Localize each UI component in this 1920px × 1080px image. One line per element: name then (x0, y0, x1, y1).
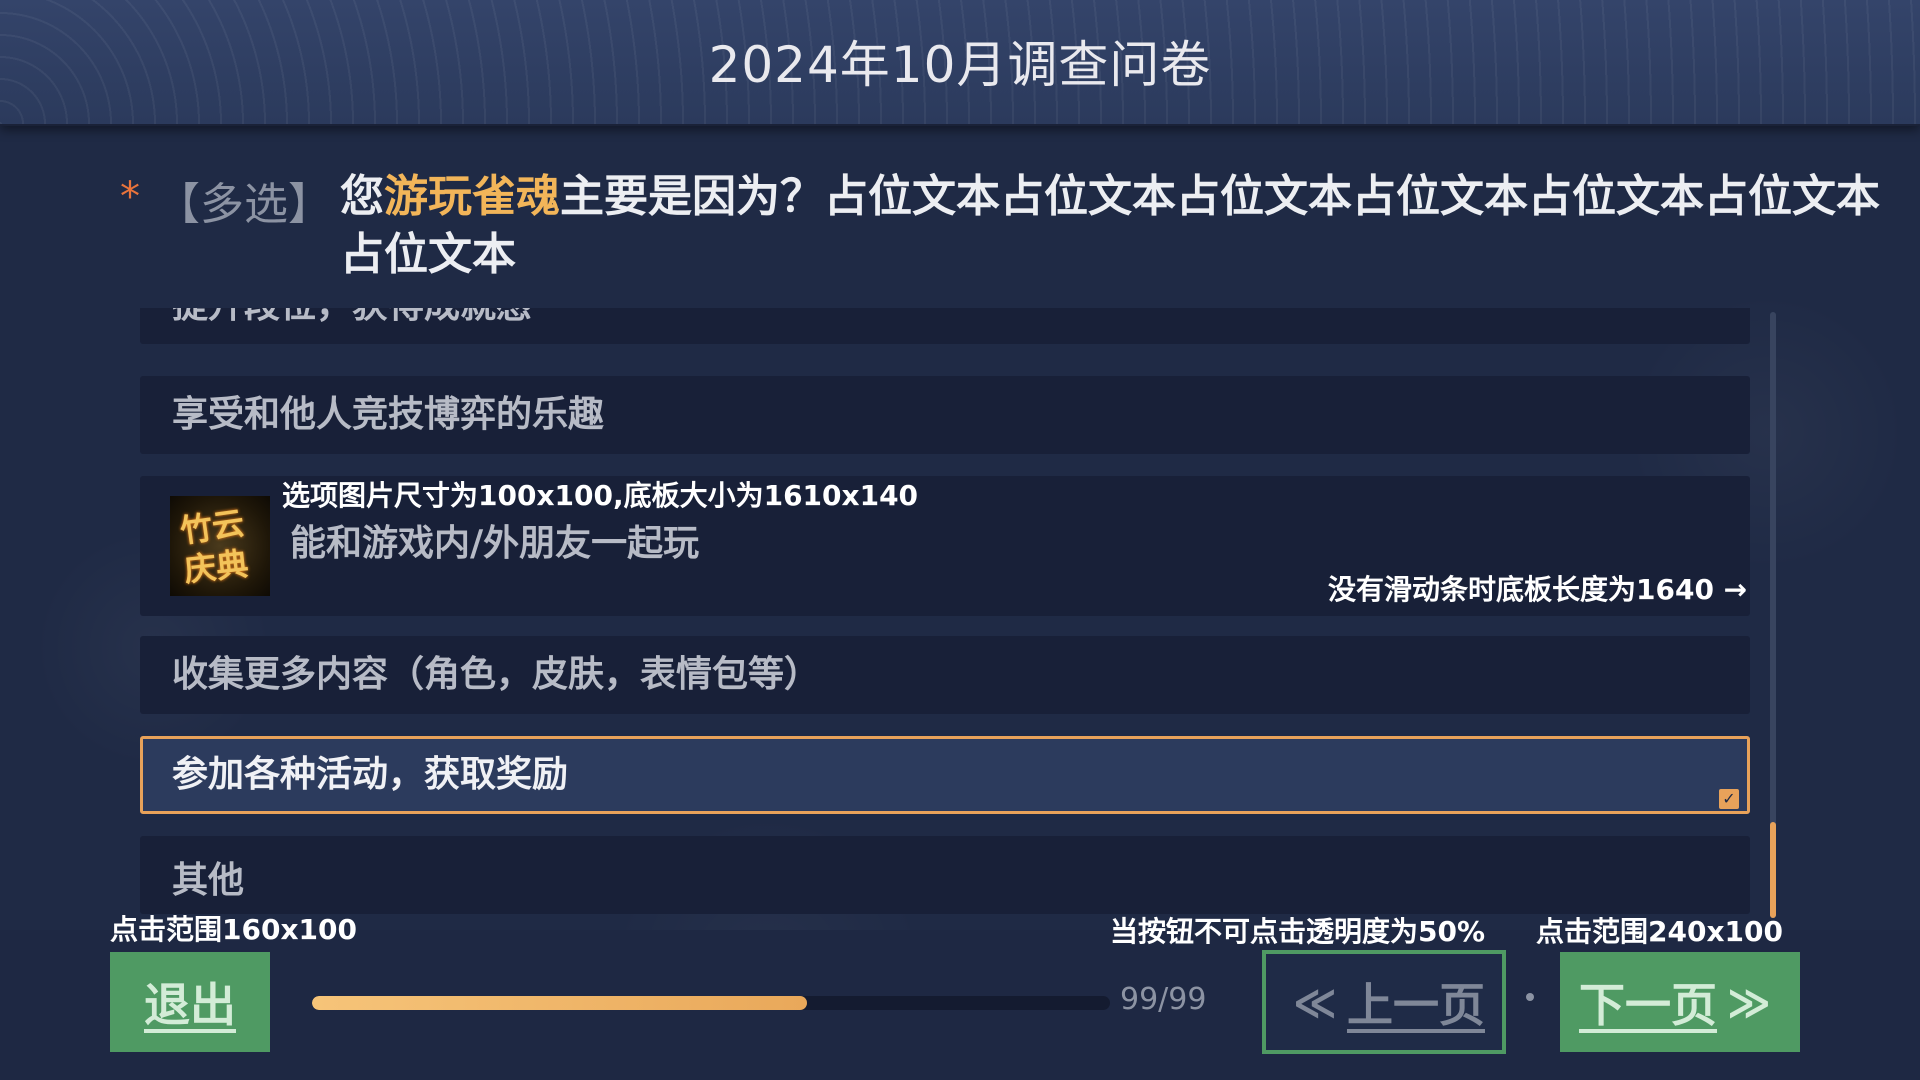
option-item[interactable]: 享受和他人竞技博弈的乐趣 (140, 376, 1750, 454)
annotation-exit-hit: 点击范围160x100 (110, 913, 357, 946)
double-chevron-right-icon: ≫ (1727, 977, 1771, 1027)
page-title: 2024年10月调查问卷 (708, 36, 1212, 94)
question-type-tag: 【多选】 (156, 179, 332, 230)
option-item[interactable]: 提升段位，获得成就感 (140, 308, 1750, 344)
progress-fill (312, 996, 807, 1010)
prev-page-label: 上一页 (1346, 978, 1485, 1032)
option-item-selected[interactable]: 参加各种活动，获取奖励 ✓ (140, 736, 1750, 814)
annotation-no-scrollbar: 没有滑动条时底板长度为1640 → (1328, 573, 1748, 606)
option-image: 竹云 庆典 (170, 496, 270, 596)
options-list[interactable]: 提升段位，获得成就感 享受和他人竞技博弈的乐趣 竹云 庆典 能和游戏内/外朋友一… (140, 308, 1750, 916)
progress-bar (312, 996, 1110, 1010)
option-image-text: 庆典 (182, 544, 251, 590)
annotation-disabled-opacity: 当按钮不可点击透明度为50% (1110, 915, 1486, 948)
option-item[interactable]: 收集更多内容（角色，皮肤，表情包等） (140, 636, 1750, 714)
question-text: 您游玩雀魂主要是因为？占位文本占位文本占位文本占位文本占位文本占位文本占位文本 (340, 168, 1900, 284)
next-page-button[interactable]: 下一页 ≫ (1560, 952, 1800, 1052)
prev-page-button[interactable]: ≪ 上一页 (1262, 950, 1506, 1054)
exit-button-label: 退出 (144, 978, 236, 1032)
progress-text: 99/99 (1120, 982, 1207, 1017)
next-page-label: 下一页 (1579, 978, 1718, 1032)
option-label: 享受和他人竞技博弈的乐趣 (172, 394, 605, 435)
option-label: 能和游戏内/外朋友一起玩 (290, 523, 700, 564)
question: * 【多选】 您游玩雀魂主要是因为？占位文本占位文本占位文本占位文本占位文本占位… (120, 168, 1880, 288)
option-label: 收集更多内容（角色，皮肤，表情包等） (172, 654, 821, 695)
checkmark-icon: ✓ (1719, 789, 1739, 809)
annotation-option-image: 选项图片尺寸为100x100,底板大小为1610x140 (282, 479, 919, 512)
required-mark: * (120, 174, 140, 220)
option-label: 提升段位，获得成就感 (172, 308, 532, 328)
scrollbar[interactable] (1770, 312, 1776, 918)
question-highlight: 游玩雀魂 (384, 171, 560, 222)
separator-dot (1526, 993, 1534, 1001)
question-text-after: 主要是因为？占位文本占位文本占位文本占位文本占位文本占位文本占位文本 (340, 171, 1880, 280)
scrollbar-thumb[interactable] (1770, 822, 1776, 918)
option-label: 其他 (172, 860, 245, 901)
question-text-before: 您 (340, 171, 384, 222)
exit-button[interactable]: 退出 (110, 952, 270, 1052)
double-chevron-left-icon: ≪ (1293, 977, 1337, 1027)
option-item[interactable]: 其他 (140, 836, 1750, 914)
option-label: 参加各种活动，获取奖励 (172, 754, 569, 795)
header-bar: 2024年10月调查问卷 (0, 0, 1920, 126)
annotation-nav-hit: 点击范围240x100 (1536, 915, 1783, 948)
